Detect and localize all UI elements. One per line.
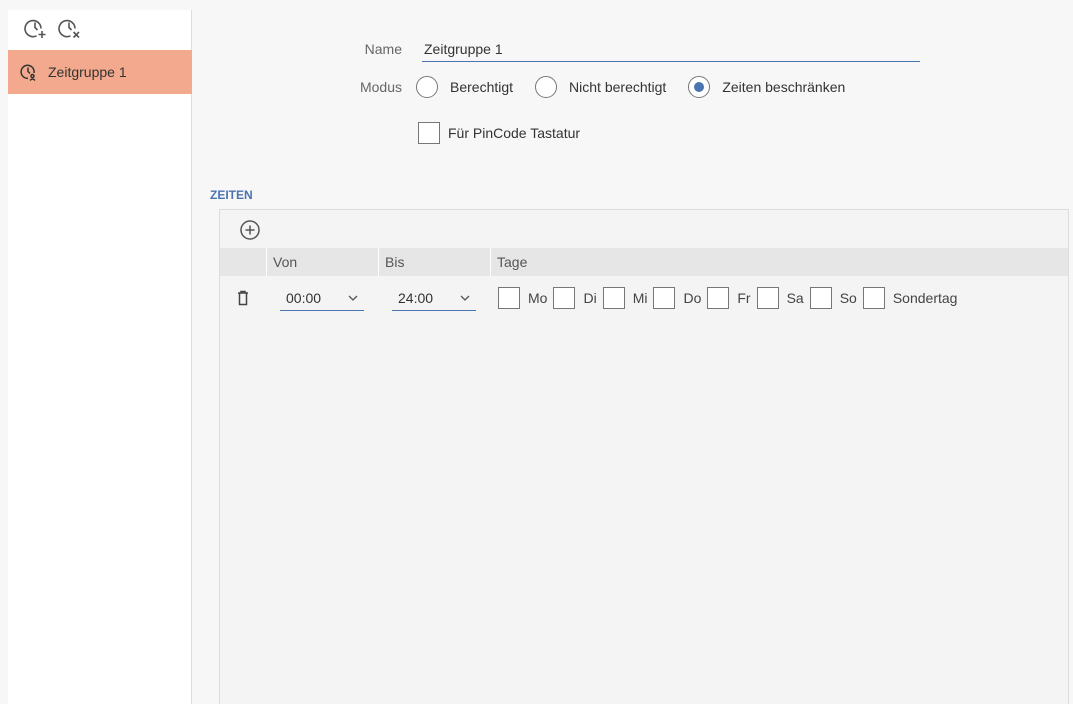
name-label: Name xyxy=(364,41,402,57)
chevron-down-icon xyxy=(460,295,470,301)
main-panel: Name Modus Berechtigt Nicht berechtigt Z… xyxy=(192,10,1073,704)
header-tage: Tage xyxy=(490,248,1068,276)
times-panel: Von Bis Tage 00:00 24:00 Mo Di Mi Do Fr … xyxy=(219,209,1069,704)
von-value: 00:00 xyxy=(286,289,322,306)
day-label: Mi xyxy=(632,290,648,306)
radio-nicht-berechtigt[interactable]: Nicht berechtigt xyxy=(535,76,666,98)
day-checkbox-do[interactable]: Do xyxy=(653,287,701,309)
sidebar-item-label: Zeitgruppe 1 xyxy=(48,64,127,80)
pincode-checkbox[interactable]: Für PinCode Tastatur xyxy=(418,122,580,144)
von-select[interactable]: 00:00 xyxy=(280,285,364,311)
day-checkbox-mi[interactable]: Mi xyxy=(602,287,648,309)
day-checkbox-fr[interactable]: Fr xyxy=(707,287,751,309)
sidebar-toolbar xyxy=(24,16,82,40)
day-checkbox-mo[interactable]: Mo xyxy=(498,287,547,309)
mode-label: Modus xyxy=(359,79,402,95)
checkbox-box xyxy=(602,287,625,309)
day-checkbox-sondertag[interactable]: Sondertag xyxy=(862,287,958,309)
checkbox-box xyxy=(756,287,779,309)
checkbox-box xyxy=(498,287,520,309)
mode-radio-group: Berechtigt Nicht berechtigt Zeiten besch… xyxy=(416,76,867,98)
header-actions xyxy=(220,248,266,276)
day-checkbox-di[interactable]: Di xyxy=(553,287,597,309)
bis-select[interactable]: 24:00 xyxy=(392,285,476,311)
bis-value: 24:00 xyxy=(398,289,434,306)
radio-berechtigt[interactable]: Berechtigt xyxy=(416,76,513,98)
day-label: Sondertag xyxy=(892,290,958,306)
sidebar-item-zeitgruppe[interactable]: Zeitgruppe 1 xyxy=(8,50,201,94)
checkbox-box xyxy=(653,287,676,309)
day-label: Do xyxy=(683,290,702,306)
day-label: Di xyxy=(583,290,597,306)
clock-group-icon xyxy=(20,63,38,82)
radio-zeiten-beschraenken[interactable]: Zeiten beschränken xyxy=(688,76,845,98)
add-time-button[interactable] xyxy=(238,218,262,242)
sidebar: Zeitgruppe 1 xyxy=(8,10,201,704)
header-bis: Bis xyxy=(378,248,490,276)
days-checkbox-group: Mo Di Mi Do Fr Sa So Sondertag xyxy=(498,287,963,309)
name-input[interactable] xyxy=(422,36,920,62)
clock-add-icon[interactable] xyxy=(24,16,48,40)
header-von: Von xyxy=(266,248,378,276)
radio-label: Zeiten beschränken xyxy=(722,79,846,95)
plus-circle-icon xyxy=(240,220,260,240)
day-label: Mo xyxy=(528,290,548,306)
checkbox-box xyxy=(862,287,885,309)
radio-circle xyxy=(688,76,711,98)
section-title-zeiten: ZEITEN xyxy=(210,188,253,202)
chevron-down-icon xyxy=(348,295,358,301)
radio-circle xyxy=(535,76,558,98)
times-table-header: Von Bis Tage xyxy=(220,248,1068,276)
checkbox-box xyxy=(418,122,440,144)
table-row: 00:00 24:00 Mo Di Mi Do Fr Sa So Sondert… xyxy=(220,282,1068,314)
checkbox-box xyxy=(809,287,832,309)
clock-remove-icon[interactable] xyxy=(58,16,82,40)
day-label: So xyxy=(839,290,857,306)
day-checkbox-sa[interactable]: Sa xyxy=(756,287,804,309)
radio-label: Nicht berechtigt xyxy=(569,79,667,95)
day-label: Fr xyxy=(737,290,751,306)
day-label: Sa xyxy=(786,290,804,306)
pincode-label: Für PinCode Tastatur xyxy=(448,125,581,141)
radio-circle xyxy=(416,76,438,98)
radio-label: Berechtigt xyxy=(450,79,514,95)
day-checkbox-so[interactable]: So xyxy=(809,287,857,309)
checkbox-box xyxy=(707,287,730,309)
trash-icon[interactable] xyxy=(236,290,250,306)
checkbox-box xyxy=(553,287,576,309)
